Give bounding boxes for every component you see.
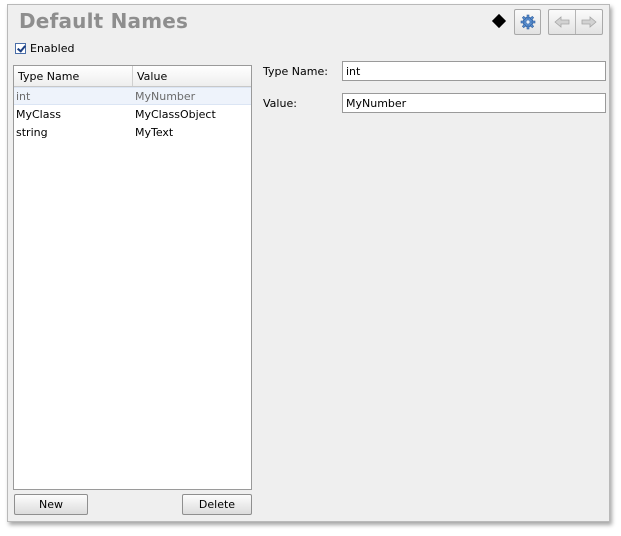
arrow-left-icon [554,16,570,28]
default-names-table[interactable]: Type Name Value int MyNumber MyClass MyC… [13,65,252,490]
new-button[interactable]: New [14,494,88,515]
table-row[interactable]: int MyNumber [14,87,251,105]
enabled-label: Enabled [30,42,75,55]
diamond-icon [491,13,507,29]
value-input[interactable] [342,93,606,113]
page-title: Default Names [19,9,189,33]
forward-button[interactable] [575,10,602,34]
enabled-checkbox[interactable] [15,43,26,54]
value-label: Value: [263,97,297,110]
table-row[interactable]: MyClass MyClassObject [14,105,251,123]
type-name-input[interactable] [342,61,606,81]
table-row[interactable]: string MyText [14,123,251,141]
type-name-label: Type Name: [263,65,328,78]
default-names-panel: Default Names Enabled Type Name Value in… [7,4,610,522]
gear-icon [520,14,535,30]
navigation-buttons [548,9,603,35]
arrow-right-icon [581,16,597,28]
cell-value: MyText [135,125,174,139]
delete-button[interactable]: Delete [182,494,252,515]
column-header-type-name[interactable]: Type Name [14,66,133,86]
column-header-value[interactable]: Value [133,66,251,86]
cell-type-name: int [16,89,31,103]
back-button[interactable] [549,10,575,34]
cell-value: MyClassObject [135,107,216,121]
cell-value: MyNumber [135,89,196,103]
table-header: Type Name Value [14,66,251,87]
settings-button[interactable] [514,9,541,35]
cell-type-name: MyClass [16,107,61,121]
cell-type-name: string [16,125,48,139]
enabled-checkbox-row[interactable]: Enabled [15,42,74,55]
